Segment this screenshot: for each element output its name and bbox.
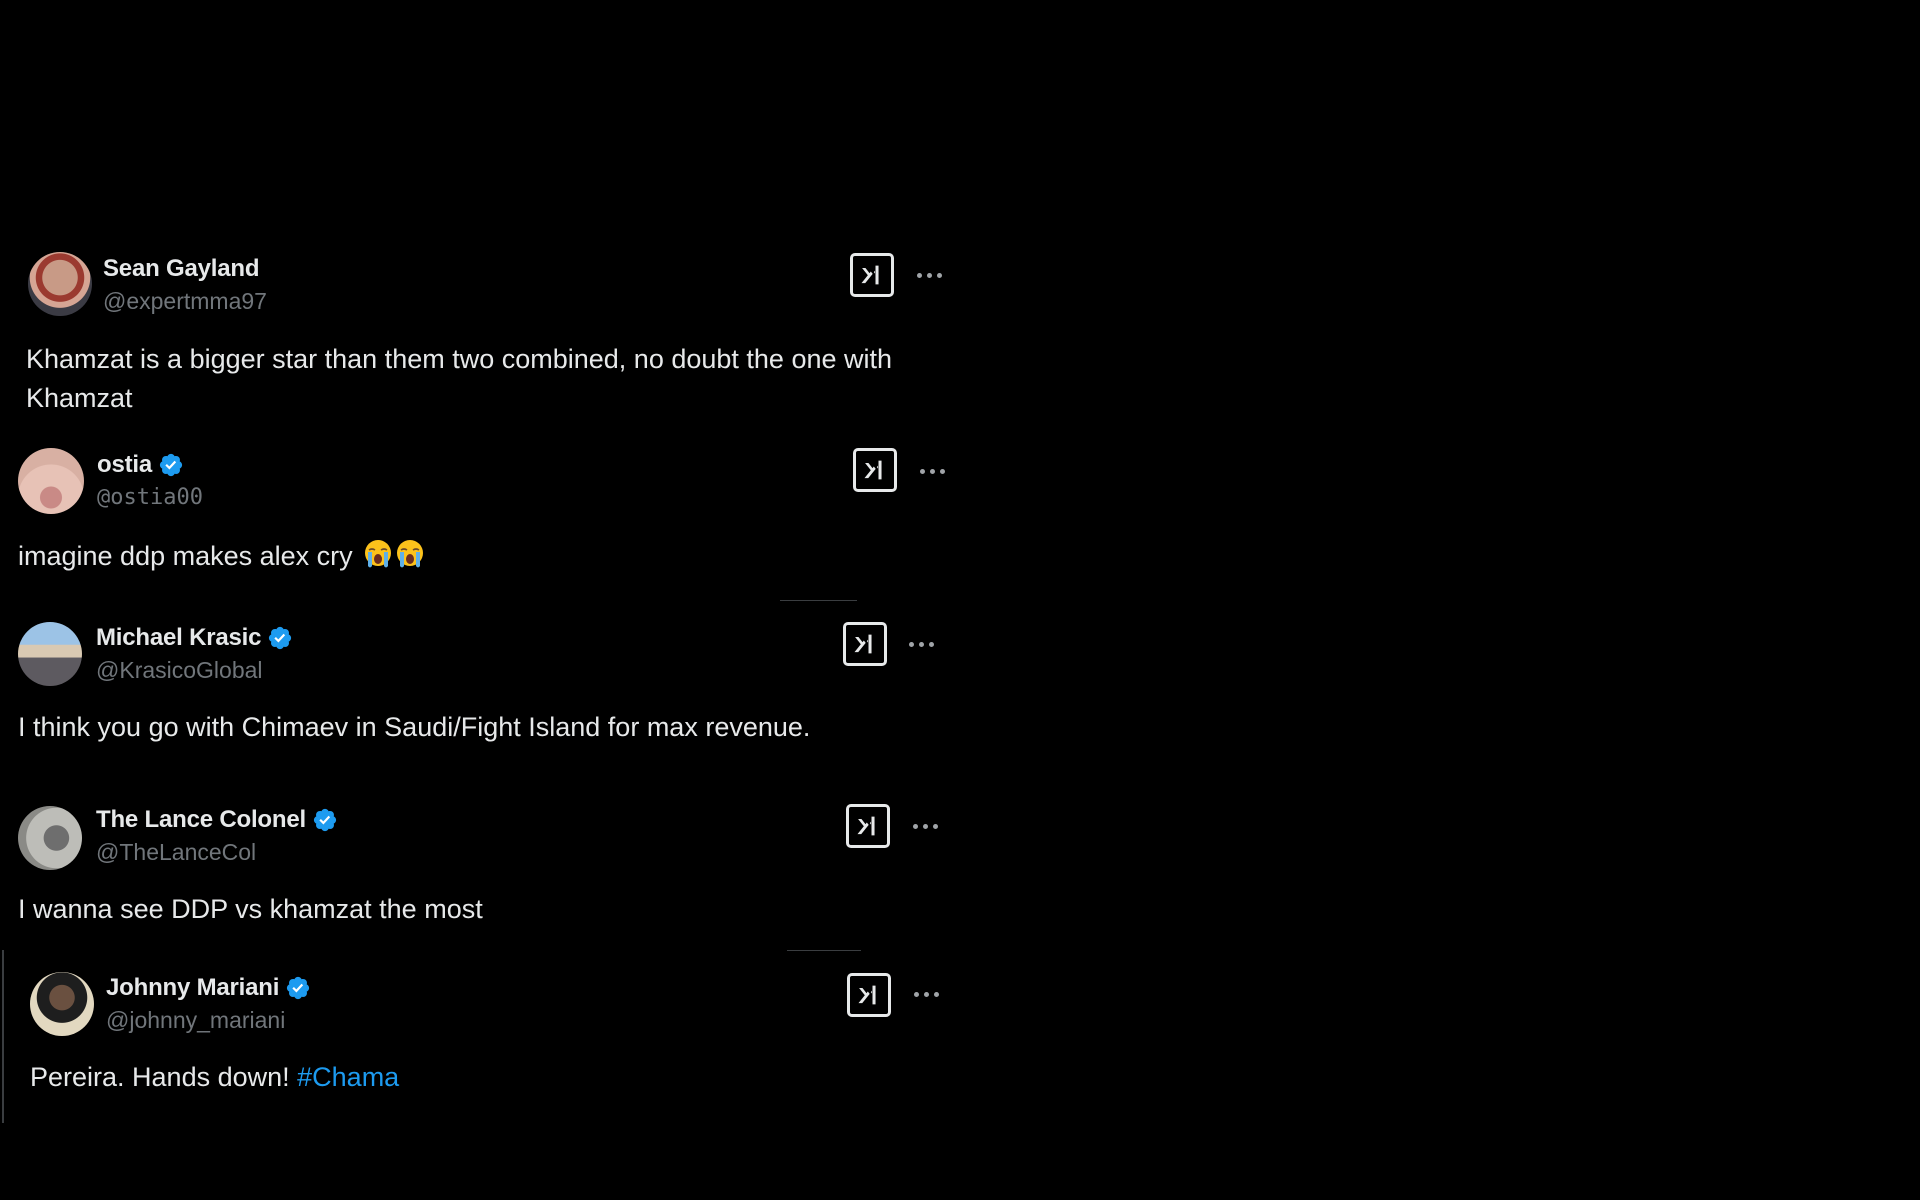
- avatar[interactable]: [30, 972, 94, 1036]
- verified-badge-icon: [285, 975, 311, 1001]
- hashtag-link[interactable]: #Chama: [297, 1062, 399, 1092]
- tweet-text-content: Pereira. Hands down!: [30, 1062, 298, 1092]
- tweet-text: Pereira. Hands down! #Chama: [30, 1058, 970, 1097]
- author-name[interactable]: Johnny Mariani: [106, 974, 279, 1002]
- tweet: Johnny Mariani @johnny_mariani Pereira. …: [0, 0, 960, 1130]
- more-options-icon[interactable]: [914, 992, 939, 997]
- author-handle[interactable]: @johnny_mariani: [106, 1007, 285, 1034]
- grok-xai-icon[interactable]: [847, 973, 891, 1017]
